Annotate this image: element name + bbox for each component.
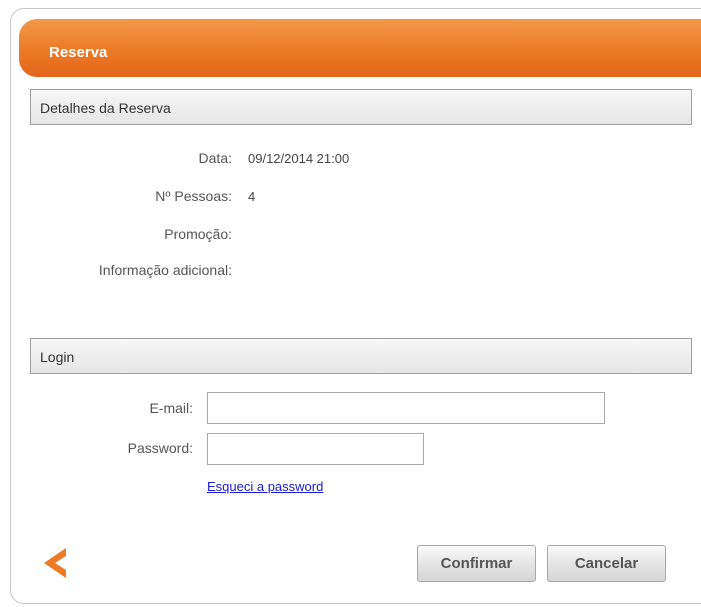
email-field[interactable] — [207, 392, 605, 424]
dialog-header: Reserva — [19, 19, 701, 77]
password-label: Password: — [127, 440, 193, 456]
dialog-title: Reserva — [49, 44, 108, 61]
email-label: E-mail: — [149, 400, 193, 416]
cancel-button[interactable]: Cancelar — [547, 545, 666, 582]
date-value: 09/12/2014 21:00 — [248, 151, 350, 166]
chevron-left-icon — [44, 548, 66, 578]
people-label: Nº Pessoas: — [155, 188, 232, 204]
details-section-title: Detalhes da Reserva — [40, 100, 171, 116]
date-label: Data: — [198, 150, 232, 166]
people-value: 4 — [248, 189, 256, 204]
confirm-button[interactable]: Confirmar — [417, 545, 536, 582]
details-section-header: Detalhes da Reserva — [30, 89, 692, 125]
login-section-title: Login — [40, 349, 75, 365]
forgot-password-link[interactable]: Esqueci a password — [207, 479, 323, 494]
additional-info-label: Informação adicional: — [98, 262, 232, 278]
back-button[interactable] — [42, 546, 68, 580]
password-field[interactable] — [207, 433, 424, 465]
login-section-header: Login — [30, 338, 692, 374]
promotion-label: Promoção: — [164, 226, 232, 242]
